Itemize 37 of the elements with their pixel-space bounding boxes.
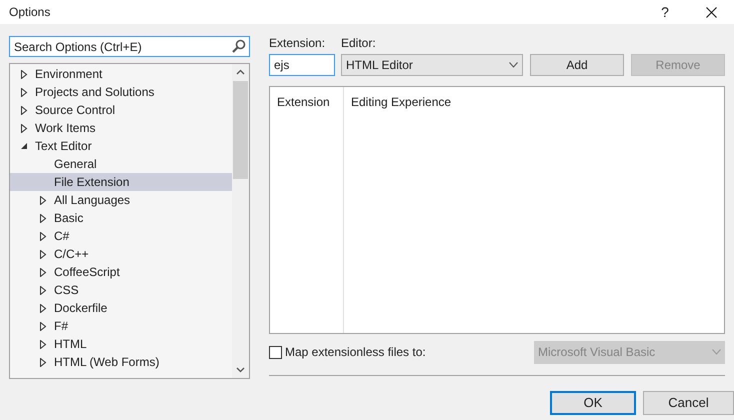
tree-item[interactable]: HTML — [10, 335, 232, 353]
tree-item[interactable]: CoffeeScript — [10, 263, 232, 281]
tree-item[interactable]: C/C++ — [10, 245, 232, 263]
chevron-down-icon — [712, 349, 721, 355]
tree-item[interactable]: Work Items — [10, 119, 232, 137]
tree-item[interactable]: CSS — [10, 281, 232, 299]
tree-item[interactable]: Basic — [10, 209, 232, 227]
tree-item[interactable]: Environment — [10, 65, 232, 83]
dialog-button[interactable]: OK — [550, 391, 636, 415]
extension-label: Extension: — [269, 36, 326, 52]
column-header[interactable]: Editing Experience — [351, 95, 452, 109]
checkbox-label: Map extensionless files to: — [285, 344, 426, 361]
tree-item[interactable]: All Languages — [10, 191, 232, 209]
tree-item[interactable]: Dockerfile — [10, 299, 232, 317]
dialog-button[interactable]: Cancel — [643, 391, 734, 415]
action-button[interactable]: Add — [530, 54, 624, 76]
tree-item[interactable]: HTML (Web Forms) — [10, 353, 232, 371]
scrollbar-thumb[interactable] — [233, 81, 248, 179]
tree-item[interactable]: Source Control — [10, 101, 232, 119]
column-header[interactable]: Extension — [277, 95, 330, 109]
window-title: Options — [9, 4, 52, 21]
chevron-down-icon — [509, 62, 518, 68]
close-icon — [706, 6, 716, 18]
editor-dropdown[interactable]: HTML Editor — [341, 54, 523, 76]
tree-item[interactable]: F# — [10, 317, 232, 335]
search-field[interactable]: Search Options (Ctrl+E) — [9, 36, 250, 57]
help-button[interactable]: ? — [642, 0, 688, 24]
tree-item[interactable]: Projects and Solutions — [10, 83, 232, 101]
expanded-triangle-icon[interactable] — [20, 142, 28, 150]
scrollbar[interactable] — [232, 64, 249, 378]
editor-label: Editor: — [341, 36, 377, 52]
extension-field[interactable]: ejs — [269, 54, 335, 76]
tree-item[interactable]: C# — [10, 227, 232, 245]
tree-item[interactable]: General — [10, 155, 232, 173]
search-icon — [232, 39, 246, 53]
tree-item[interactable]: File Extension — [10, 173, 232, 191]
tree-item[interactable]: Text Editor — [10, 137, 232, 155]
